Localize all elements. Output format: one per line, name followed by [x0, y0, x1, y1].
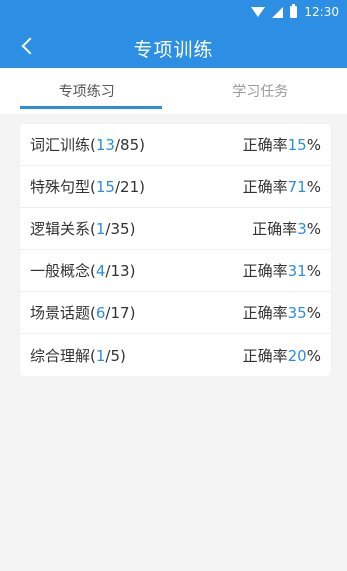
accuracy-value: 71 — [287, 178, 307, 196]
app-bar: 专项训练 — [0, 24, 347, 68]
item-title: 场景话题(6/17) — [30, 304, 136, 322]
tab-label: 专项练习 — [58, 84, 115, 100]
status-time: 12:30 — [304, 5, 339, 19]
item-accuracy: 正确率3% — [252, 220, 321, 238]
list-item[interactable]: 一般概念(4/13) 正确率31% — [20, 250, 331, 292]
done-count: 13 — [95, 136, 115, 154]
item-accuracy: 正确率71% — [242, 178, 321, 196]
tab-learning-tasks[interactable]: 学习任务 — [174, 68, 347, 114]
done-count: 4 — [95, 262, 106, 280]
wifi-icon — [251, 7, 266, 17]
done-count: 6 — [95, 304, 106, 322]
total-count: 21 — [120, 178, 140, 196]
accuracy-value: 31 — [287, 262, 307, 280]
accuracy-value: 15 — [287, 136, 307, 154]
item-title: 一般概念(4/13) — [30, 262, 136, 280]
battery-icon — [290, 4, 298, 18]
total-count: 5 — [110, 346, 121, 365]
item-accuracy: 正确率20% — [242, 346, 321, 365]
item-title: 逻辑关系(1/35) — [30, 220, 136, 238]
item-accuracy: 正确率35% — [242, 304, 321, 322]
item-title: 词汇训练(13/85) — [30, 136, 145, 154]
practice-list-card: 词汇训练(13/85) 正确率15% 特殊句型(15/21) 正确率71% 逻辑… — [20, 124, 331, 376]
tab-label: 学习任务 — [232, 84, 289, 100]
item-accuracy: 正确率15% — [242, 136, 321, 154]
tab-special-practice[interactable]: 专项练习 — [0, 68, 174, 114]
list-item[interactable]: 逻辑关系(1/35) 正确率3% — [20, 208, 331, 250]
total-count: 13 — [110, 262, 130, 280]
active-tab-indicator — [20, 106, 162, 109]
status-bar: 12:30 — [0, 0, 347, 24]
total-count: 17 — [110, 304, 130, 322]
signal-icon — [272, 6, 284, 18]
item-title: 综合理解(1/5) — [30, 346, 126, 365]
done-count: 15 — [95, 178, 115, 196]
list-item[interactable]: 综合理解(1/5) 正确率20% — [20, 334, 331, 376]
item-title: 特殊句型(15/21) — [30, 178, 145, 196]
total-count: 85 — [120, 136, 140, 154]
list-item[interactable]: 场景话题(6/17) 正确率35% — [20, 292, 331, 334]
done-count: 1 — [95, 346, 106, 365]
done-count: 1 — [95, 220, 106, 238]
content-area: 词汇训练(13/85) 正确率15% 特殊句型(15/21) 正确率71% 逻辑… — [0, 114, 347, 571]
accuracy-value: 3 — [297, 220, 307, 238]
list-item[interactable]: 词汇训练(13/85) 正确率15% — [20, 124, 331, 166]
tab-bar: 专项练习 学习任务 — [0, 68, 347, 114]
page-title: 专项训练 — [133, 39, 214, 61]
accuracy-value: 20 — [287, 346, 307, 365]
total-count: 35 — [110, 220, 130, 238]
accuracy-value: 35 — [287, 304, 307, 322]
list-item[interactable]: 特殊句型(15/21) 正确率71% — [20, 166, 331, 208]
item-accuracy: 正确率31% — [242, 262, 321, 280]
